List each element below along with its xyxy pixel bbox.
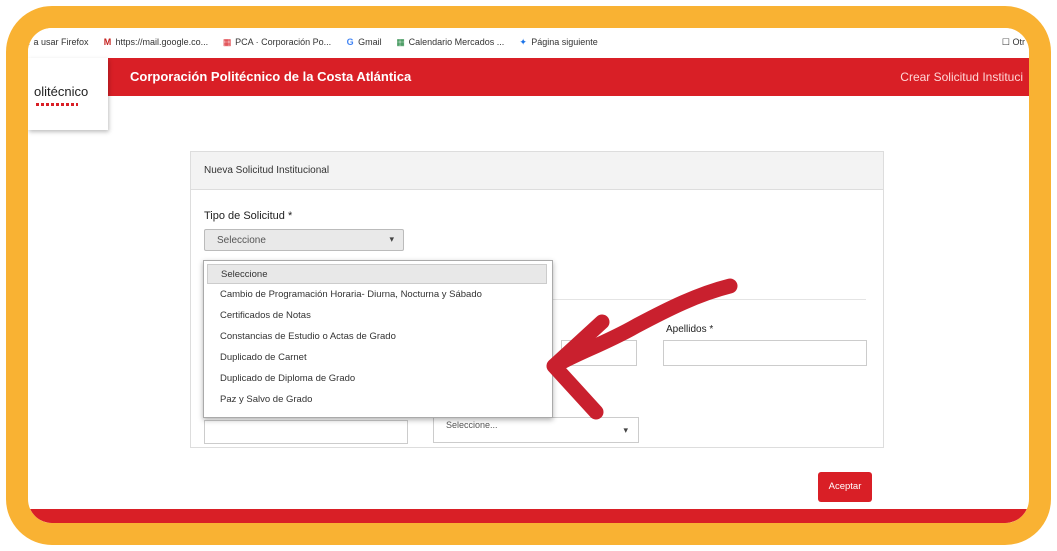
dropdown-option[interactable]: Constancias de Estudio o Actas de Grado	[207, 327, 547, 347]
request-type-select[interactable]: Seleccione ▾	[204, 229, 404, 251]
dropdown-option[interactable]: Certificados de Notas	[207, 306, 547, 326]
bookmark-item[interactable]: ▦ Calendario Mercados ...	[396, 36, 505, 47]
bookmark-item[interactable]: ✦ Página siguiente	[518, 36, 598, 47]
request-type-label: Tipo de Solicitud *	[204, 210, 293, 222]
other-bookmarks[interactable]: ☐ Otr	[1002, 37, 1025, 48]
sheets-icon: ▦	[396, 36, 405, 47]
bookmark-item[interactable]: r a usar Firefox	[28, 37, 89, 47]
logo[interactable]: olitécnico	[28, 58, 108, 130]
dropdown-option[interactable]: Paz y Salvo de Grado	[207, 390, 547, 410]
accept-button[interactable]: Aceptar	[818, 472, 872, 502]
panel-title: Nueva Solicitud Institucional	[204, 165, 330, 176]
site-header: Corporación Politécnico de la Costa Atlá…	[28, 58, 1029, 96]
dropdown-option[interactable]: Seleccione	[207, 264, 547, 284]
bookmark-label: Gmail	[358, 37, 382, 47]
site-title[interactable]: Corporación Politécnico de la Costa Atlá…	[130, 69, 411, 84]
create-request-link[interactable]: Crear Solicitud Instituci	[900, 70, 1023, 84]
select-value: Seleccione	[217, 235, 266, 246]
bookmark-label: https://mail.google.co...	[115, 37, 209, 47]
bookmark-label: Calendario Mercados ...	[408, 37, 505, 47]
bookmark-label: Página siguiente	[531, 37, 598, 47]
bookmark-item[interactable]: Mhttps://mail.google.co...	[103, 36, 209, 47]
bookmark-label: PCA · Corporación Po...	[235, 37, 332, 47]
footer-bar	[28, 509, 1029, 523]
bookmark-item[interactable]: ▦ PCA · Corporación Po...	[222, 37, 331, 47]
bookmark-label: r a usar Firefox	[28, 37, 89, 47]
bookmarks-bar: r a usar Firefox Mhttps://mail.google.co…	[28, 28, 1029, 56]
google-icon: G	[346, 36, 354, 47]
calendar-icon: ▦	[222, 36, 232, 47]
request-type-dropdown[interactable]: Seleccione Cambio de Programación Horari…	[203, 260, 553, 418]
screenshot-frame: r a usar Firefox Mhttps://mail.google.co…	[6, 6, 1051, 545]
logo-tagline	[36, 103, 78, 106]
gmail-icon: M	[103, 36, 112, 47]
dropdown-option[interactable]: Duplicado de Diploma de Grado	[207, 369, 547, 389]
pointer-arrow-icon	[546, 278, 738, 420]
dropdown-option[interactable]: Duplicado de Carnet	[207, 348, 547, 368]
logo-text: olitécnico	[34, 84, 89, 99]
bookmark-item[interactable]: G Gmail	[345, 37, 382, 47]
dropdown-option[interactable]: Cambio de Programación Horaria- Diurna, …	[207, 285, 547, 305]
document-type-select[interactable]	[204, 420, 408, 444]
select-value: Seleccione...	[446, 420, 498, 430]
star-icon: ✦	[519, 36, 527, 47]
panel-header: Nueva Solicitud Institucional	[191, 152, 883, 190]
chevron-down-icon: ▾	[389, 234, 394, 244]
